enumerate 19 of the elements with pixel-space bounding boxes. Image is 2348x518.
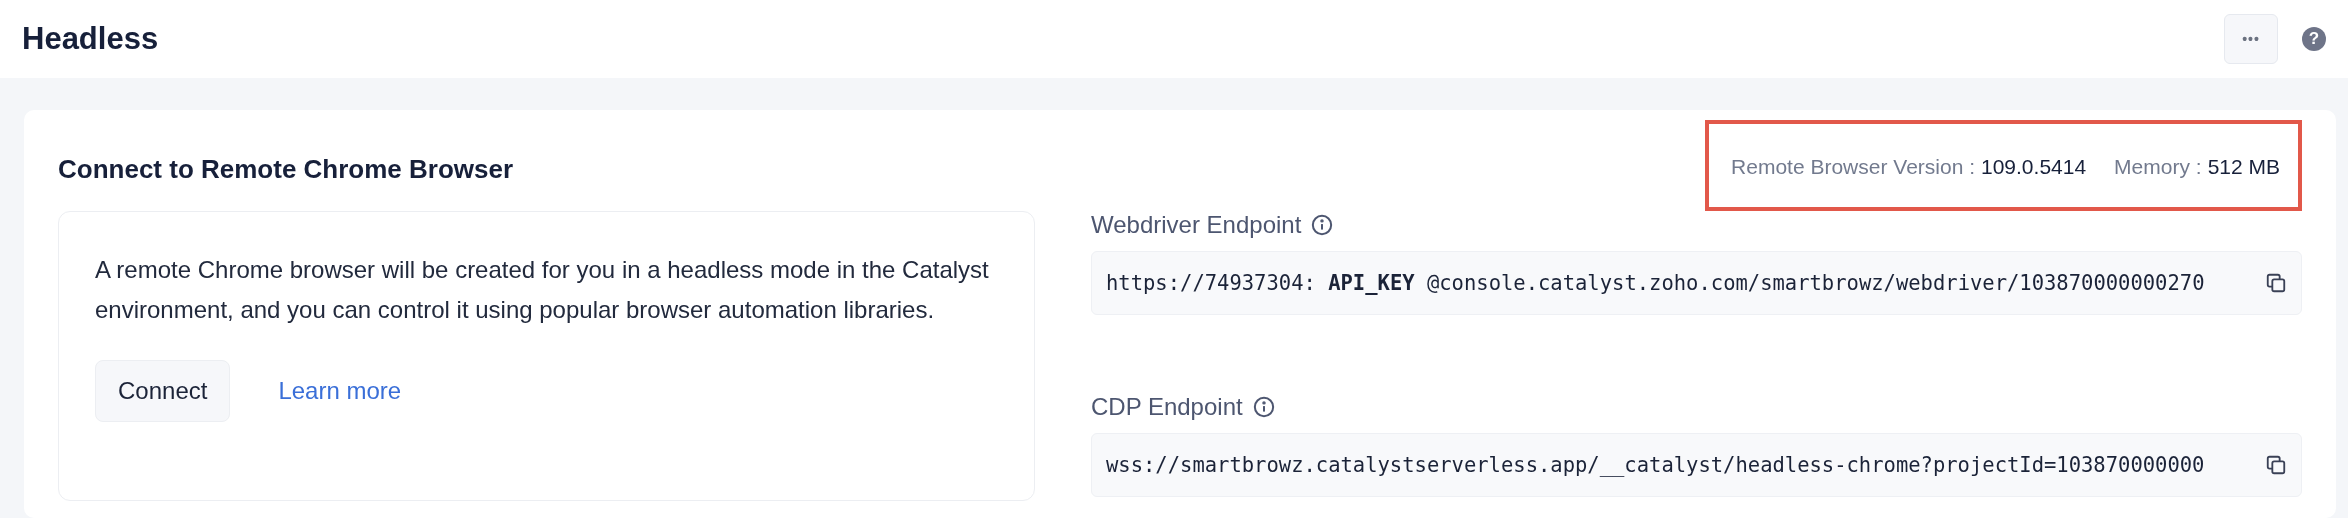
- meta-value: 109.0.5414: [1981, 154, 2087, 178]
- copy-icon[interactable]: [2265, 454, 2287, 476]
- meta-label: Memory :: [2114, 154, 2202, 178]
- meta-label: Remote Browser Version :: [1731, 154, 1975, 178]
- meta-value: 512 MB: [2207, 154, 2280, 178]
- endpoint-field[interactable]: wss://smartbrowz.catalystserverless.app/__catalyst/headless-chrome?projectId=103870000000: [1091, 433, 2302, 497]
- info-icon[interactable]: [1252, 396, 1275, 418]
- learn-more-link[interactable]: Learn more: [278, 377, 402, 405]
- connect-button[interactable]: Connect: [95, 360, 231, 422]
- info-icon[interactable]: [1311, 214, 1334, 236]
- description-text: A remote Chrome browser will be created for you in a headless mode in the Catalyst environment, and you can control it using popular browser automation libraries.: [95, 255, 990, 325]
- endpoint-label: Webdriver Endpoint: [1091, 211, 1302, 239]
- endpoint-label: CDP Endpoint: [1091, 393, 1243, 421]
- help-icon[interactable]: ?: [2302, 27, 2326, 51]
- page-title: Headless: [22, 21, 160, 57]
- endpoint-field[interactable]: https://74937304: API_KEY @console.catalyst.zoho.com/smartbrowz/webdriver/103870000000270: [1091, 251, 2302, 315]
- card-title: Connect to Remote Chrome Browser: [58, 154, 515, 186]
- copy-icon[interactable]: [2265, 272, 2287, 294]
- more-button[interactable]: •••: [2224, 14, 2278, 64]
